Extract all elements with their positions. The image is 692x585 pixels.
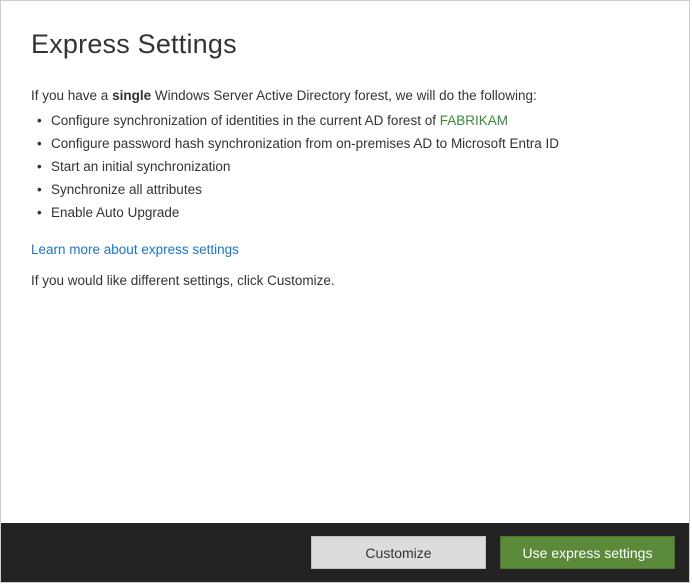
customize-button[interactable]: Customize	[311, 536, 486, 569]
intro-suffix: Windows Server Active Directory forest, …	[151, 88, 537, 103]
bullet-item: Enable Auto Upgrade	[35, 205, 659, 220]
bullet-text: Configure synchronization of identities …	[51, 113, 440, 128]
bullet-text: Start an initial synchronization	[51, 159, 230, 174]
bullet-item: Synchronize all attributes	[35, 182, 659, 197]
page-title: Express Settings	[31, 29, 659, 60]
wizard-window: Express Settings If you have a single Wi…	[0, 0, 690, 583]
intro-text: If you have a single Windows Server Acti…	[31, 88, 659, 103]
learn-more-link[interactable]: Learn more about express settings	[31, 242, 239, 257]
content-area: Express Settings If you have a single Wi…	[1, 1, 689, 523]
bullet-item: Start an initial synchronization	[35, 159, 659, 174]
bullet-text: Synchronize all attributes	[51, 182, 202, 197]
intro-bold: single	[112, 88, 151, 103]
bullet-item: Configure password hash synchronization …	[35, 136, 659, 151]
forest-name: FABRIKAM	[440, 113, 508, 128]
bullet-text: Enable Auto Upgrade	[51, 205, 179, 220]
use-express-settings-button[interactable]: Use express settings	[500, 536, 675, 569]
customize-note: If you would like different settings, cl…	[31, 273, 659, 288]
bullet-item: Configure synchronization of identities …	[35, 113, 659, 128]
bullet-text: Configure password hash synchronization …	[51, 136, 559, 151]
intro-prefix: If you have a	[31, 88, 112, 103]
footer-bar: Customize Use express settings	[1, 523, 689, 582]
bullet-list: Configure synchronization of identities …	[35, 113, 659, 220]
